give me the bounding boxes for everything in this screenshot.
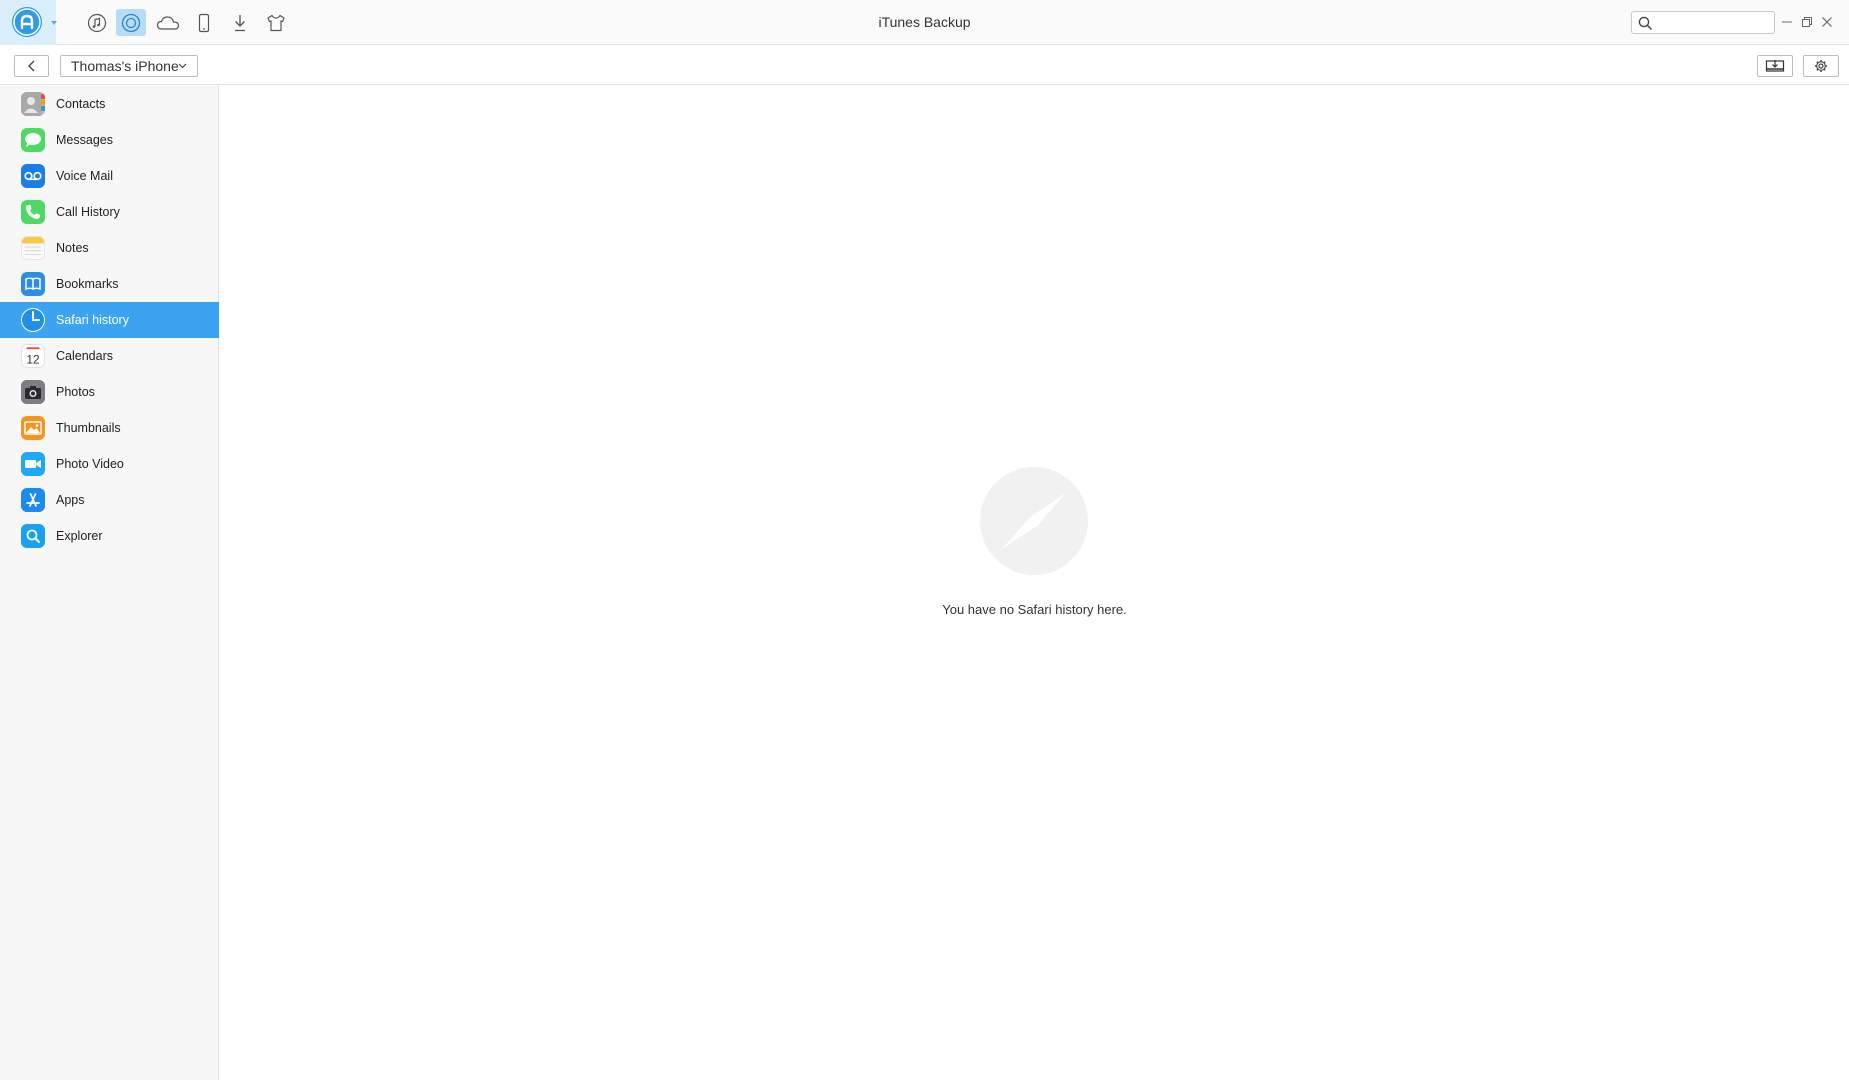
icloud-icon — [156, 15, 180, 30]
sidebar-item-photos[interactable]: Photos — [0, 374, 219, 410]
video-icon — [21, 452, 45, 476]
sidebar-item-label: Apps — [56, 493, 85, 507]
toolkit-icon — [267, 14, 285, 31]
close-icon — [1822, 17, 1832, 27]
sidebar-item-calendars[interactable]: 12 Calendars — [0, 338, 219, 374]
sidebar-item-label: Voice Mail — [56, 169, 113, 183]
sidebar-item-label: Notes — [56, 241, 89, 255]
sidebar: Contacts Messages Voice Mail Call Histor… — [0, 86, 219, 1080]
sidebar-item-thumbnails[interactable]: Thumbnails — [0, 410, 219, 446]
sidebar-item-label: Thumbnails — [56, 421, 121, 435]
main-content: You have no Safari history here. — [220, 86, 1849, 1080]
sidebar-item-call-history[interactable]: Call History — [0, 194, 219, 230]
sidebar-item-label: Explorer — [56, 529, 103, 543]
app-logo-button[interactable] — [0, 0, 57, 45]
settings-button[interactable] — [1803, 55, 1839, 77]
icloud-tab[interactable] — [153, 9, 183, 36]
download-icon — [235, 14, 245, 31]
app-store-icon — [21, 488, 45, 512]
messages-icon — [21, 128, 45, 152]
sidebar-item-explorer[interactable]: Explorer — [0, 518, 219, 554]
music-tab[interactable] — [82, 9, 112, 36]
sidebar-item-messages[interactable]: Messages — [0, 122, 219, 158]
sidebar-item-contacts[interactable]: Contacts — [0, 86, 219, 122]
compass-icon — [980, 467, 1088, 575]
sidebar-item-label: Safari history — [56, 313, 129, 327]
sidebar-item-voice-mail[interactable]: Voice Mail — [0, 158, 219, 194]
chevron-left-icon — [27, 60, 34, 72]
camera-icon — [21, 380, 45, 404]
export-to-pc-icon — [1765, 60, 1785, 72]
restore-button[interactable] — [1798, 13, 1816, 31]
bookmarks-icon — [21, 272, 45, 296]
itunes-backup-icon — [121, 13, 141, 32]
sidebar-item-apps[interactable]: Apps — [0, 482, 219, 518]
sidebar-item-label: Contacts — [56, 97, 106, 111]
title-bar: iTunes Backup — [0, 0, 1849, 45]
sidebar-item-label: Photo Video — [56, 457, 124, 471]
device-name: Thomas's iPhone — [71, 58, 179, 74]
sidebar-item-notes[interactable]: Notes — [0, 230, 219, 266]
explorer-icon — [21, 524, 45, 548]
device-icon — [198, 13, 210, 32]
toolkit-tab[interactable] — [261, 9, 291, 36]
device-selector[interactable]: Thomas's iPhone — [60, 55, 198, 77]
back-button[interactable] — [14, 55, 49, 77]
itunes-backup-tab[interactable] — [116, 9, 146, 36]
minimize-button[interactable] — [1778, 13, 1796, 31]
search-icon — [1638, 16, 1653, 31]
toolbar: Thomas's iPhone — [0, 46, 1849, 85]
sidebar-item-bookmarks[interactable]: Bookmarks — [0, 266, 219, 302]
empty-state-message: You have no Safari history here. — [942, 602, 1127, 617]
sidebar-item-label: Messages — [56, 133, 113, 147]
chevron-down-icon — [178, 63, 187, 69]
search-box[interactable] — [1631, 11, 1775, 34]
thumbnails-icon — [21, 416, 45, 440]
music-icon — [87, 13, 107, 32]
download-tab[interactable] — [225, 9, 255, 36]
sidebar-item-label: Call History — [56, 205, 120, 219]
close-button[interactable] — [1818, 13, 1836, 31]
anytrans-logo-icon — [12, 7, 42, 37]
sidebar-item-label: Calendars — [56, 349, 113, 363]
export-to-pc-button[interactable] — [1757, 55, 1793, 77]
voicemail-icon — [21, 164, 45, 188]
sidebar-item-label: Bookmarks — [56, 277, 119, 291]
contacts-icon — [21, 92, 45, 116]
restore-icon — [1802, 17, 1812, 27]
safari-icon — [21, 308, 45, 332]
sidebar-item-photo-video[interactable]: Photo Video — [0, 446, 219, 482]
phone-icon — [21, 200, 45, 224]
search-input[interactable] — [1656, 14, 1770, 31]
minimize-icon — [1782, 21, 1792, 23]
sidebar-item-safari-history[interactable]: Safari history — [0, 302, 219, 338]
sidebar-item-label: Photos — [56, 385, 95, 399]
calendar-icon: 12 — [21, 344, 45, 368]
calendar-day: 12 — [26, 352, 40, 366]
notes-icon — [21, 236, 45, 260]
chevron-down-icon — [51, 21, 57, 25]
gear-icon — [1815, 60, 1827, 72]
device-tab[interactable] — [189, 9, 219, 36]
